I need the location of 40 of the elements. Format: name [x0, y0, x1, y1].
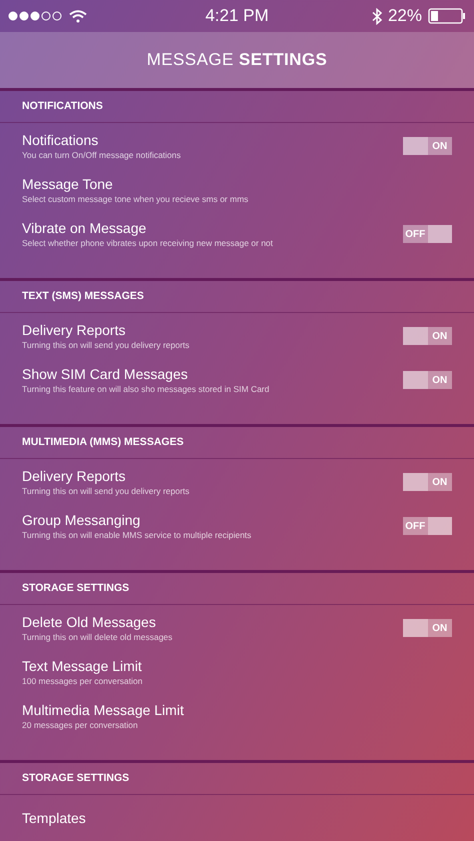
setting-title: Templates [22, 810, 86, 826]
section-header: TEXT (SMS) MESSAGES [22, 288, 144, 304]
setting-description: 20 messages per conversation [22, 718, 139, 730]
section-header: NOTIFICATIONS [22, 98, 103, 114]
setting-description: Turning this feature on will also sho messages stored in SIM Card [22, 382, 270, 394]
toggle-switch[interactable]: ON [403, 327, 452, 345]
toggle-switch[interactable]: ON [403, 371, 452, 389]
setting-description: Turning this on will send you delivery reports [22, 484, 190, 496]
setting-title: Delivery Reports [22, 468, 126, 484]
setting-description: You can turn On/Off message notifications [22, 148, 181, 160]
battery-percent: 22% [388, 5, 422, 28]
setting-description: Turning this on will delete old messages [22, 630, 172, 642]
setting-title: Text Message Limit [22, 658, 142, 674]
setting-title: Vibrate on Message [22, 220, 148, 236]
setting-description: Turning this on will send you delivery reports [22, 338, 190, 350]
toggle-switch[interactable]: OFF [403, 225, 452, 243]
setting-title: Multimedia Message Limit [22, 702, 184, 718]
page-title: MESSAGE SETTINGS [146, 49, 328, 72]
toggle-switch[interactable]: ON [403, 619, 452, 637]
setting-description: 100 messages per conversation [22, 674, 142, 686]
setting-title: Delivery Reports [22, 322, 126, 338]
section-header: STORAGE SETTINGS [22, 770, 130, 786]
setting-title: Notifications [22, 132, 100, 148]
setting-description: Select whether phone vibrates upon receiving new message or not [22, 236, 273, 248]
section-header: MULTIMEDIA (MMS) MESSAGES [22, 434, 184, 450]
setting-title: Group Messanging [22, 512, 142, 528]
toggle-switch[interactable]: OFF [403, 517, 452, 535]
wifi-icon [69, 10, 87, 22]
setting-description: Select custom message tone when you recieve sms or mms [22, 192, 248, 204]
setting-description: Turning this on will enable MMS service to multiple recipients [22, 528, 252, 540]
setting-title: Message Tone [22, 176, 114, 192]
toggle-switch[interactable]: ON [403, 137, 452, 155]
bluetooth-icon [372, 8, 382, 24]
toggle-switch[interactable]: ON [403, 473, 452, 491]
signal-icon [8, 11, 63, 21]
setting-title: Delete Old Messages [22, 614, 157, 630]
section-header: STORAGE SETTINGS [22, 580, 130, 596]
setting-title: Show SIM Card Messages [22, 366, 189, 382]
clock-time: 4:21 PM [205, 5, 269, 28]
battery-icon [428, 8, 466, 24]
